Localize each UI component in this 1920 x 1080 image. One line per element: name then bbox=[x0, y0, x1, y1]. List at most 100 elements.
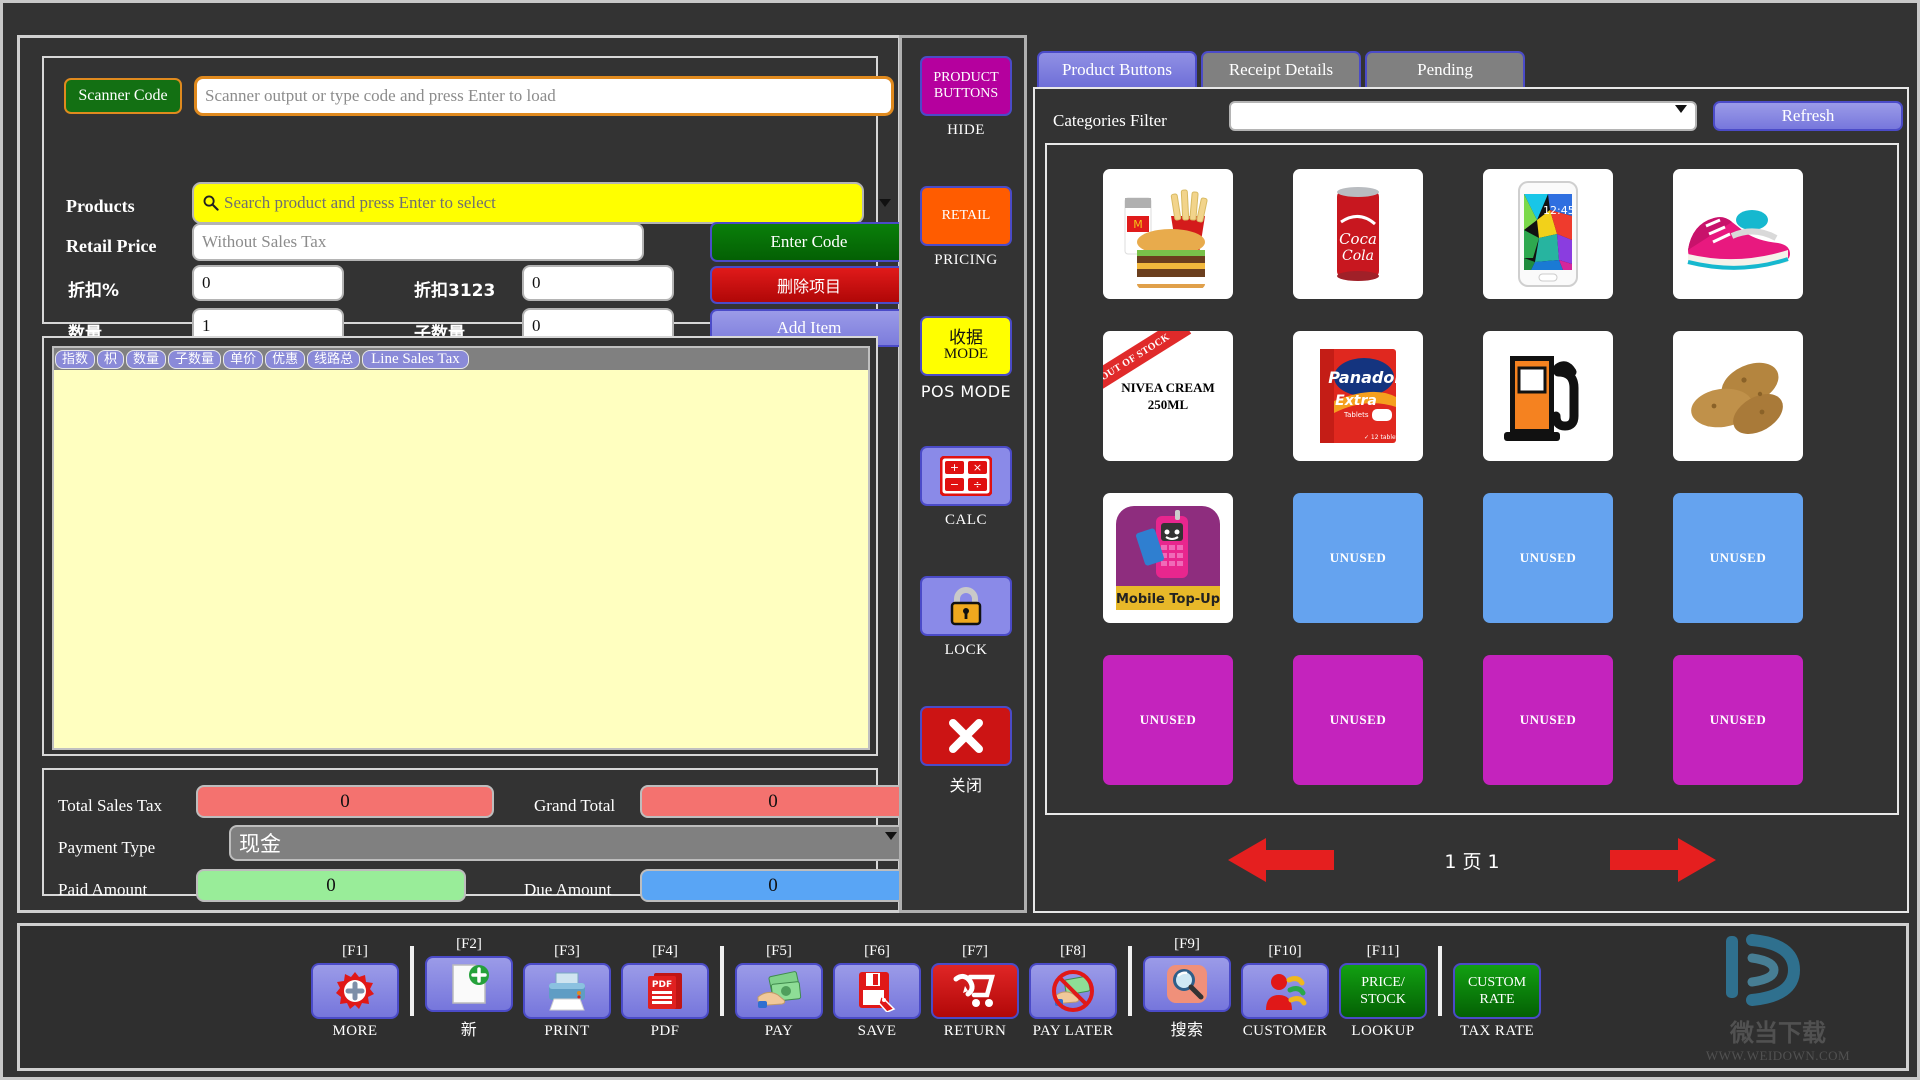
chevron-down-icon bbox=[885, 832, 897, 858]
tab-pending[interactable]: Pending bbox=[1365, 51, 1525, 89]
search-button[interactable] bbox=[1143, 956, 1231, 1012]
new-doc-button[interactable] bbox=[425, 956, 513, 1012]
pdf-button[interactable]: PDF bbox=[621, 963, 709, 1019]
product-buttons-button[interactable]: PRODUCT BUTTONS bbox=[920, 56, 1012, 116]
product-tile[interactable]: Panadol Extra Tablets ✓ 12 tablets bbox=[1293, 331, 1423, 461]
product-tile[interactable]: UNUSED bbox=[1483, 655, 1613, 785]
burger-meal-icon: M bbox=[1113, 180, 1223, 288]
product-tile[interactable]: Coca Cola bbox=[1293, 169, 1423, 299]
product-tile-label: UNUSED bbox=[1329, 550, 1387, 565]
product-tile[interactable]: UNUSED bbox=[1103, 655, 1233, 785]
scanner-code-input[interactable] bbox=[194, 76, 894, 116]
gear-plus-button[interactable] bbox=[311, 963, 399, 1019]
no-cash-button[interactable] bbox=[1029, 963, 1117, 1019]
floppy-tag-button[interactable] bbox=[833, 963, 921, 1019]
cash-hand-button[interactable] bbox=[735, 963, 823, 1019]
items-column-header[interactable]: 指数 bbox=[55, 349, 96, 369]
items-column-header[interactable]: 线路总 bbox=[307, 349, 361, 369]
product-tile[interactable]: UNUSED bbox=[1673, 655, 1803, 785]
function-key-pay: [F5] PAY bbox=[730, 943, 828, 1040]
mode-toolbar-item-hide: PRODUCT BUTTONS HIDE bbox=[920, 56, 1012, 139]
function-key-pdf: [F4] PDF PDF bbox=[616, 943, 714, 1040]
tab-receipt-details[interactable]: Receipt Details bbox=[1201, 51, 1361, 89]
product-tile[interactable]: 12:45 bbox=[1483, 169, 1613, 299]
mode-toolbar: PRODUCT BUTTONS HIDE RETAIL PRICING 收据 MODE POS… bbox=[899, 35, 1027, 913]
discount-percent-input[interactable] bbox=[192, 265, 344, 301]
discount-amount-input[interactable] bbox=[522, 265, 674, 301]
svg-text:Cola: Cola bbox=[1342, 248, 1374, 264]
calculator-button[interactable]: + × − ÷ bbox=[920, 446, 1012, 506]
product-tile-label: UNUSED bbox=[1709, 550, 1767, 565]
product-tile[interactable]: OUT OF STOCK NIVEA CREAM 250ML bbox=[1103, 331, 1233, 461]
function-key-label: [F3] bbox=[554, 943, 580, 959]
customer-button[interactable] bbox=[1241, 963, 1329, 1019]
product-tile[interactable]: UNUSED bbox=[1293, 655, 1423, 785]
product-tile[interactable] bbox=[1673, 169, 1803, 299]
function-key-caption: 搜索 bbox=[1170, 1020, 1204, 1039]
items-column-header[interactable]: 单价 bbox=[223, 349, 264, 369]
products-dropdown-caret[interactable] bbox=[876, 192, 894, 214]
scanner-code-button[interactable]: Scanner Code bbox=[64, 78, 182, 114]
retail-price-input[interactable] bbox=[192, 223, 644, 261]
pos-mode-button[interactable]: 收据 MODE bbox=[920, 316, 1012, 376]
product-tile[interactable]: Mobile Top-Up bbox=[1103, 493, 1233, 623]
mode-toolbar-caption: HIDE bbox=[947, 122, 985, 138]
product-tile[interactable]: M bbox=[1103, 169, 1233, 299]
return-cart-button[interactable] bbox=[931, 963, 1019, 1019]
function-key-label: [F7] bbox=[962, 943, 988, 959]
due-amount-label: Due Amount bbox=[524, 880, 612, 899]
function-key-caption: PDF bbox=[650, 1023, 680, 1039]
function-key-label: [F4] bbox=[652, 943, 678, 959]
printer-button[interactable] bbox=[523, 963, 611, 1019]
product-tile[interactable] bbox=[1673, 331, 1803, 461]
panadol-box-icon: Panadol Extra Tablets ✓ 12 tablets bbox=[1314, 343, 1402, 449]
product-tile[interactable]: UNUSED bbox=[1483, 493, 1613, 623]
function-key-row: [F1] MORE [F2] 新 [F3] PRINT [F4] PDF PDF [F5… bbox=[306, 936, 1546, 1040]
product-buttons-label: PRODUCT BUTTONS bbox=[933, 70, 999, 101]
svg-text:Tablets: Tablets bbox=[1343, 411, 1369, 419]
function-key-caption: 新 bbox=[460, 1020, 478, 1039]
products-search-input[interactable] bbox=[192, 182, 864, 224]
categories-filter-select[interactable] bbox=[1229, 101, 1697, 131]
product-tile[interactable]: UNUSED bbox=[1293, 493, 1423, 623]
calculator-icon: + × − ÷ bbox=[940, 456, 992, 496]
arrow-left-icon[interactable] bbox=[1228, 836, 1335, 884]
items-column-header[interactable]: Line Sales Tax bbox=[362, 349, 469, 369]
mode-toolbar-item-关闭: 关闭 bbox=[920, 706, 1012, 796]
price-stock-button[interactable]: PRICE/STOCK bbox=[1339, 963, 1427, 1019]
items-column-header[interactable]: 数量 bbox=[126, 349, 167, 369]
function-key-print: [F3] PRINT bbox=[518, 943, 616, 1040]
paid-amount-value[interactable]: 0 bbox=[196, 869, 466, 902]
arrow-right-icon[interactable] bbox=[1609, 836, 1716, 884]
product-tile[interactable]: UNUSED bbox=[1673, 493, 1803, 623]
product-tile[interactable] bbox=[1483, 331, 1613, 461]
delete-item-button[interactable]: 删除项目 bbox=[710, 266, 908, 304]
discount-percent-label: 折扣% bbox=[68, 281, 120, 301]
function-bar-divider bbox=[1438, 946, 1442, 1016]
right-product-panel: Product Buttons Receipt Details Pending Ca… bbox=[1033, 51, 1909, 913]
items-column-header[interactable]: 枳 bbox=[97, 349, 125, 369]
svg-text:12:45: 12:45 bbox=[1543, 204, 1575, 217]
fuel-pump-icon bbox=[1500, 346, 1596, 446]
refresh-button[interactable]: Refresh bbox=[1713, 101, 1903, 131]
svg-text:Extra: Extra bbox=[1335, 393, 1377, 409]
custom-rate-button[interactable]: CUSTOM RATE bbox=[1453, 963, 1541, 1019]
tab-product-buttons[interactable]: Product Buttons bbox=[1037, 51, 1197, 89]
items-column-header[interactable]: 优惠 bbox=[265, 349, 306, 369]
retail-pricing-button[interactable]: RETAIL bbox=[920, 186, 1012, 246]
function-key-新: [F2] 新 bbox=[420, 936, 518, 1040]
mode-toolbar-item-pos-mode: 收据 MODE POS MODE bbox=[920, 316, 1012, 401]
gear-plus-icon bbox=[335, 971, 375, 1011]
function-key-tax-rate: CUSTOM RATE TAX RATE bbox=[1448, 943, 1546, 1040]
function-key-label: [F6] bbox=[864, 943, 890, 959]
close-x-button[interactable] bbox=[920, 706, 1012, 766]
lock-button[interactable] bbox=[920, 576, 1012, 636]
svg-text:✓ 12 tablets: ✓ 12 tablets bbox=[1364, 434, 1401, 441]
payment-type-select[interactable]: 现金 bbox=[229, 825, 907, 861]
items-column-header[interactable]: 子数量 bbox=[168, 349, 222, 369]
function-key-more: [F1] MORE bbox=[306, 943, 404, 1040]
function-key-caption: SAVE bbox=[857, 1023, 897, 1039]
items-table-body[interactable] bbox=[54, 370, 868, 748]
enter-code-button[interactable]: Enter Code bbox=[710, 222, 908, 262]
smartphone-icon: 12:45 bbox=[1517, 180, 1579, 288]
